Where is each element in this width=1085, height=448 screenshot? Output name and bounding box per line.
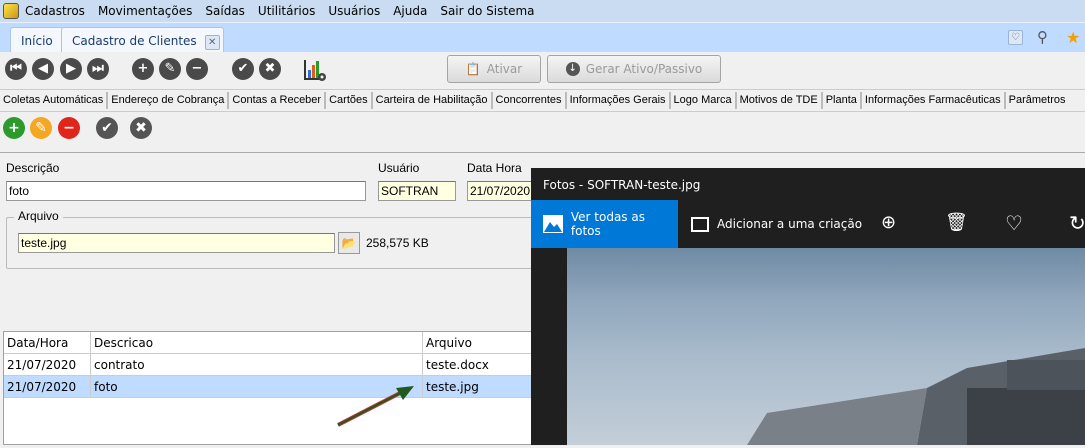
favorite-heart-icon[interactable]: ♡ xyxy=(1005,211,1023,235)
add-to-creation-icon xyxy=(691,216,709,232)
ativar-label: Ativar xyxy=(486,62,523,76)
arquivo-group-label: Arquivo xyxy=(14,209,63,223)
grid-header: Data/Hora Descricao Arquivo xyxy=(4,332,534,354)
photos-window-title: Fotos - SOFTRAN-teste.jpg xyxy=(543,178,701,192)
tab-list-dropdown-icon[interactable]: ♡ xyxy=(1008,30,1023,45)
cell-arquivo: teste.docx xyxy=(426,358,489,372)
subtab-planta[interactable]: Planta xyxy=(823,92,862,109)
photos-viewer-window: Fotos - SOFTRAN-teste.jpg Ver todas as f… xyxy=(531,168,1085,445)
datahora-input[interactable]: 21/07/2020 1 xyxy=(467,181,537,201)
add-attachment-icon[interactable]: + xyxy=(3,117,25,139)
clipboard-icon: 📋 xyxy=(465,62,481,76)
menu-cadastros[interactable]: Cadastros xyxy=(25,4,85,18)
delete-icon[interactable]: 🗑 xyxy=(945,212,968,233)
last-record-icon[interactable]: ⏭ xyxy=(87,58,109,80)
column-header-descricao[interactable]: Descricao xyxy=(94,336,153,350)
first-record-icon[interactable]: ⏮ xyxy=(5,58,27,80)
cell-descricao: foto xyxy=(94,380,118,394)
column-header-datahora[interactable]: Data/Hora xyxy=(7,336,68,350)
unpin-icon[interactable]: ⚲ xyxy=(1037,28,1048,46)
divider xyxy=(0,152,1085,153)
open-folder-icon[interactable]: 📂 xyxy=(338,232,360,254)
tab-label: Início xyxy=(21,34,53,48)
gerar-ativo-passivo-button[interactable]: ↓ Gerar Ativo/Passivo xyxy=(547,55,721,83)
menu-sair[interactable]: Sair do Sistema xyxy=(440,4,534,18)
adicionar-criacao-button[interactable]: Adicionar a uma criação xyxy=(691,200,862,248)
menu-movimentacoes[interactable]: Movimentações xyxy=(98,4,192,18)
menu-saidas[interactable]: Saídas xyxy=(205,4,245,18)
ver-todas-label: Ver todas as fotos xyxy=(570,210,645,238)
table-row[interactable]: 21/07/2020 contrato teste.docx xyxy=(4,354,534,376)
cancel-attachment-icon[interactable]: ✖ xyxy=(130,117,152,139)
menu-utilitarios[interactable]: Utilitários xyxy=(258,4,315,18)
cell-descricao: contrato xyxy=(94,358,145,372)
arquivo-input[interactable]: teste.jpg xyxy=(18,233,335,253)
datahora-label: Data Hora xyxy=(467,161,522,175)
menu-bar: Cadastros Movimentações Saídas Utilitári… xyxy=(0,0,1085,23)
close-tab-icon[interactable]: ✕ xyxy=(204,35,220,50)
table-row-selected[interactable]: 21/07/2020 foto teste.jpg xyxy=(4,376,534,398)
detail-tabs: Coletas Automáticas Endereço de Cobrança… xyxy=(0,89,1085,112)
column-header-arquivo[interactable]: Arquivo xyxy=(426,336,472,350)
truck-image xyxy=(747,348,1085,445)
subtab-motivos-tde[interactable]: Motivos de TDE xyxy=(737,92,823,109)
annotation-arrow-icon xyxy=(337,386,414,427)
subtab-endereco-cobranca[interactable]: Endereço de Cobrança xyxy=(108,92,230,109)
previous-record-icon[interactable]: ◀ xyxy=(32,58,54,80)
file-size: 258,575 KB xyxy=(366,236,429,250)
adicionar-label: Adicionar a uma criação xyxy=(717,217,863,231)
next-record-icon[interactable]: ▶ xyxy=(60,58,82,80)
zoom-in-icon[interactable]: ⊕ xyxy=(881,212,896,233)
subtab-coletas[interactable]: Coletas Automáticas xyxy=(0,92,109,109)
tab-cadastro-clientes[interactable]: Cadastro de Clientes ✕ xyxy=(61,27,224,52)
add-icon[interactable]: + xyxy=(132,58,154,80)
subtab-farmaceuticas[interactable]: Informações Farmacêuticas xyxy=(862,92,1006,109)
rotate-icon[interactable]: ↻ xyxy=(1069,211,1085,235)
download-icon: ↓ xyxy=(565,62,580,76)
confirm-attachment-icon[interactable]: ✔ xyxy=(96,117,118,139)
subtab-concorrentes[interactable]: Concorrentes xyxy=(493,92,567,109)
tab-label: Cadastro de Clientes xyxy=(72,34,197,48)
gerar-label: Gerar Ativo/Passivo xyxy=(585,62,703,76)
cell-datahora: 21/07/2020 xyxy=(7,358,77,372)
menu-ajuda[interactable]: Ajuda xyxy=(393,4,427,18)
remove-attachment-icon[interactable]: − xyxy=(58,117,80,139)
descricao-input[interactable]: foto xyxy=(6,181,366,201)
attachments-grid: Data/Hora Descricao Arquivo 21/07/2020 c… xyxy=(3,331,534,445)
ativar-button[interactable]: 📋 Ativar xyxy=(447,55,541,83)
subtab-contas-receber[interactable]: Contas a Receber xyxy=(229,92,327,109)
app-logo-icon xyxy=(3,3,19,19)
edit-attachment-icon[interactable]: ✎ xyxy=(30,117,52,139)
remove-icon[interactable]: − xyxy=(186,58,208,80)
subtab-logo-marca[interactable]: Logo Marca xyxy=(671,92,737,109)
confirm-icon[interactable]: ✔ xyxy=(232,58,254,80)
usuario-input[interactable]: SOFTRAN xyxy=(378,181,456,201)
edit-icon[interactable]: ✎ xyxy=(159,58,181,80)
photos-gallery-icon xyxy=(543,215,563,233)
subtab-parametros[interactable]: Parâmetros xyxy=(1006,92,1069,109)
descricao-label: Descrição xyxy=(6,161,60,175)
favorite-star-icon[interactable]: ★ xyxy=(1066,28,1080,47)
subtab-carteira[interactable]: Carteira de Habilitação xyxy=(373,92,493,109)
subtab-informacoes-gerais[interactable]: Informações Gerais xyxy=(567,92,671,109)
subtab-cartoes[interactable]: Cartões xyxy=(326,92,373,109)
photos-toolbar: Ver todas as fotos Adicionar a uma criaç… xyxy=(531,200,1085,248)
chart-settings-icon[interactable] xyxy=(303,58,327,82)
photo-image xyxy=(567,248,1085,445)
menu-usuarios[interactable]: Usuários xyxy=(328,4,380,18)
cancel-icon[interactable]: ✖ xyxy=(259,58,281,80)
tab-inicio[interactable]: Início xyxy=(10,27,64,52)
cell-arquivo: teste.jpg xyxy=(426,380,479,394)
usuario-label: Usuário xyxy=(378,161,420,175)
cell-datahora: 21/07/2020 xyxy=(7,380,77,394)
ver-todas-fotos-button[interactable]: Ver todas as fotos xyxy=(531,200,678,248)
main-toolbar: ⏮ ◀ ▶ ⏭ + ✎ − ✔ ✖ xyxy=(0,52,1085,88)
document-tabs: Início Cadastro de Clientes ✕ ♡ ⚲ ★ xyxy=(0,23,1085,52)
